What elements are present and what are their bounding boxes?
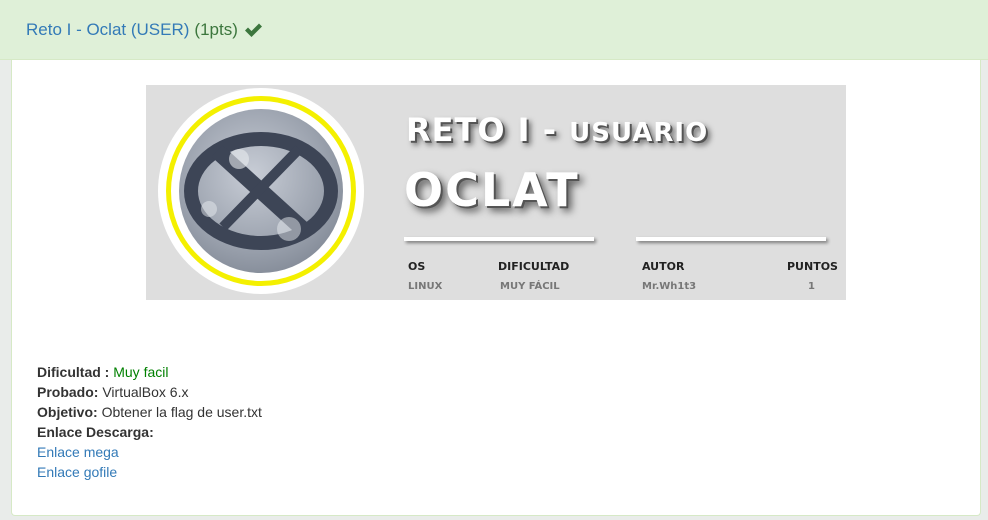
panel-heading: Reto I - Oclat (USER) (1pts) <box>0 0 988 60</box>
banner-col-difficulty-header: DIFICULTAD <box>498 260 570 273</box>
banner-col-points-header: PUNTOS <box>787 260 838 273</box>
mega-download-link[interactable]: Enlace mega <box>37 442 262 462</box>
check-icon <box>244 22 263 38</box>
banner-title-line2: OCLAT <box>404 163 580 217</box>
banner-col-points-value: 1 <box>808 281 815 292</box>
points-label: (1pts) <box>194 19 238 39</box>
objective-label: Objetivo: <box>37 404 98 420</box>
challenge-banner-image: RETO I - USUARIO OCLAT OS DIFICULTAD AUT… <box>146 85 846 300</box>
tested-value: VirtualBox 6.x <box>102 384 189 400</box>
tested-label: Probado: <box>37 384 99 400</box>
banner-divider <box>404 237 594 241</box>
objective-row: Objetivo: Obtener la flag de user.txt <box>37 402 262 422</box>
download-label: Enlace Descarga: <box>37 424 154 440</box>
difficulty-value: Muy facil <box>113 364 169 380</box>
banner-col-os-value: LINUX <box>408 281 443 292</box>
gofile-download-link[interactable]: Enlace gofile <box>37 462 262 482</box>
banner-col-difficulty-value: MUY FÁCIL <box>500 281 560 292</box>
banner-col-os-header: OS <box>408 260 426 273</box>
banner-title-line1: RETO I - USUARIO <box>406 111 709 149</box>
difficulty-label: Dificultad : <box>37 364 110 380</box>
tested-row: Probado: VirtualBox 6.x <box>37 382 262 402</box>
objective-value: Obtener la flag de user.txt <box>101 404 262 420</box>
challenge-title-link[interactable]: Reto I - Oclat (USER) <box>26 20 189 40</box>
banner-col-author-header: AUTOR <box>642 260 685 273</box>
challenge-details: Dificultad : Muy facil Probado: VirtualB… <box>37 362 262 482</box>
banner-col-author-value: Mr.Wh1t3 <box>642 281 697 292</box>
difficulty-row: Dificultad : Muy facil <box>37 362 262 382</box>
challenge-logo <box>158 88 364 294</box>
banner-divider <box>636 237 826 241</box>
download-row: Enlace Descarga: <box>37 422 262 442</box>
